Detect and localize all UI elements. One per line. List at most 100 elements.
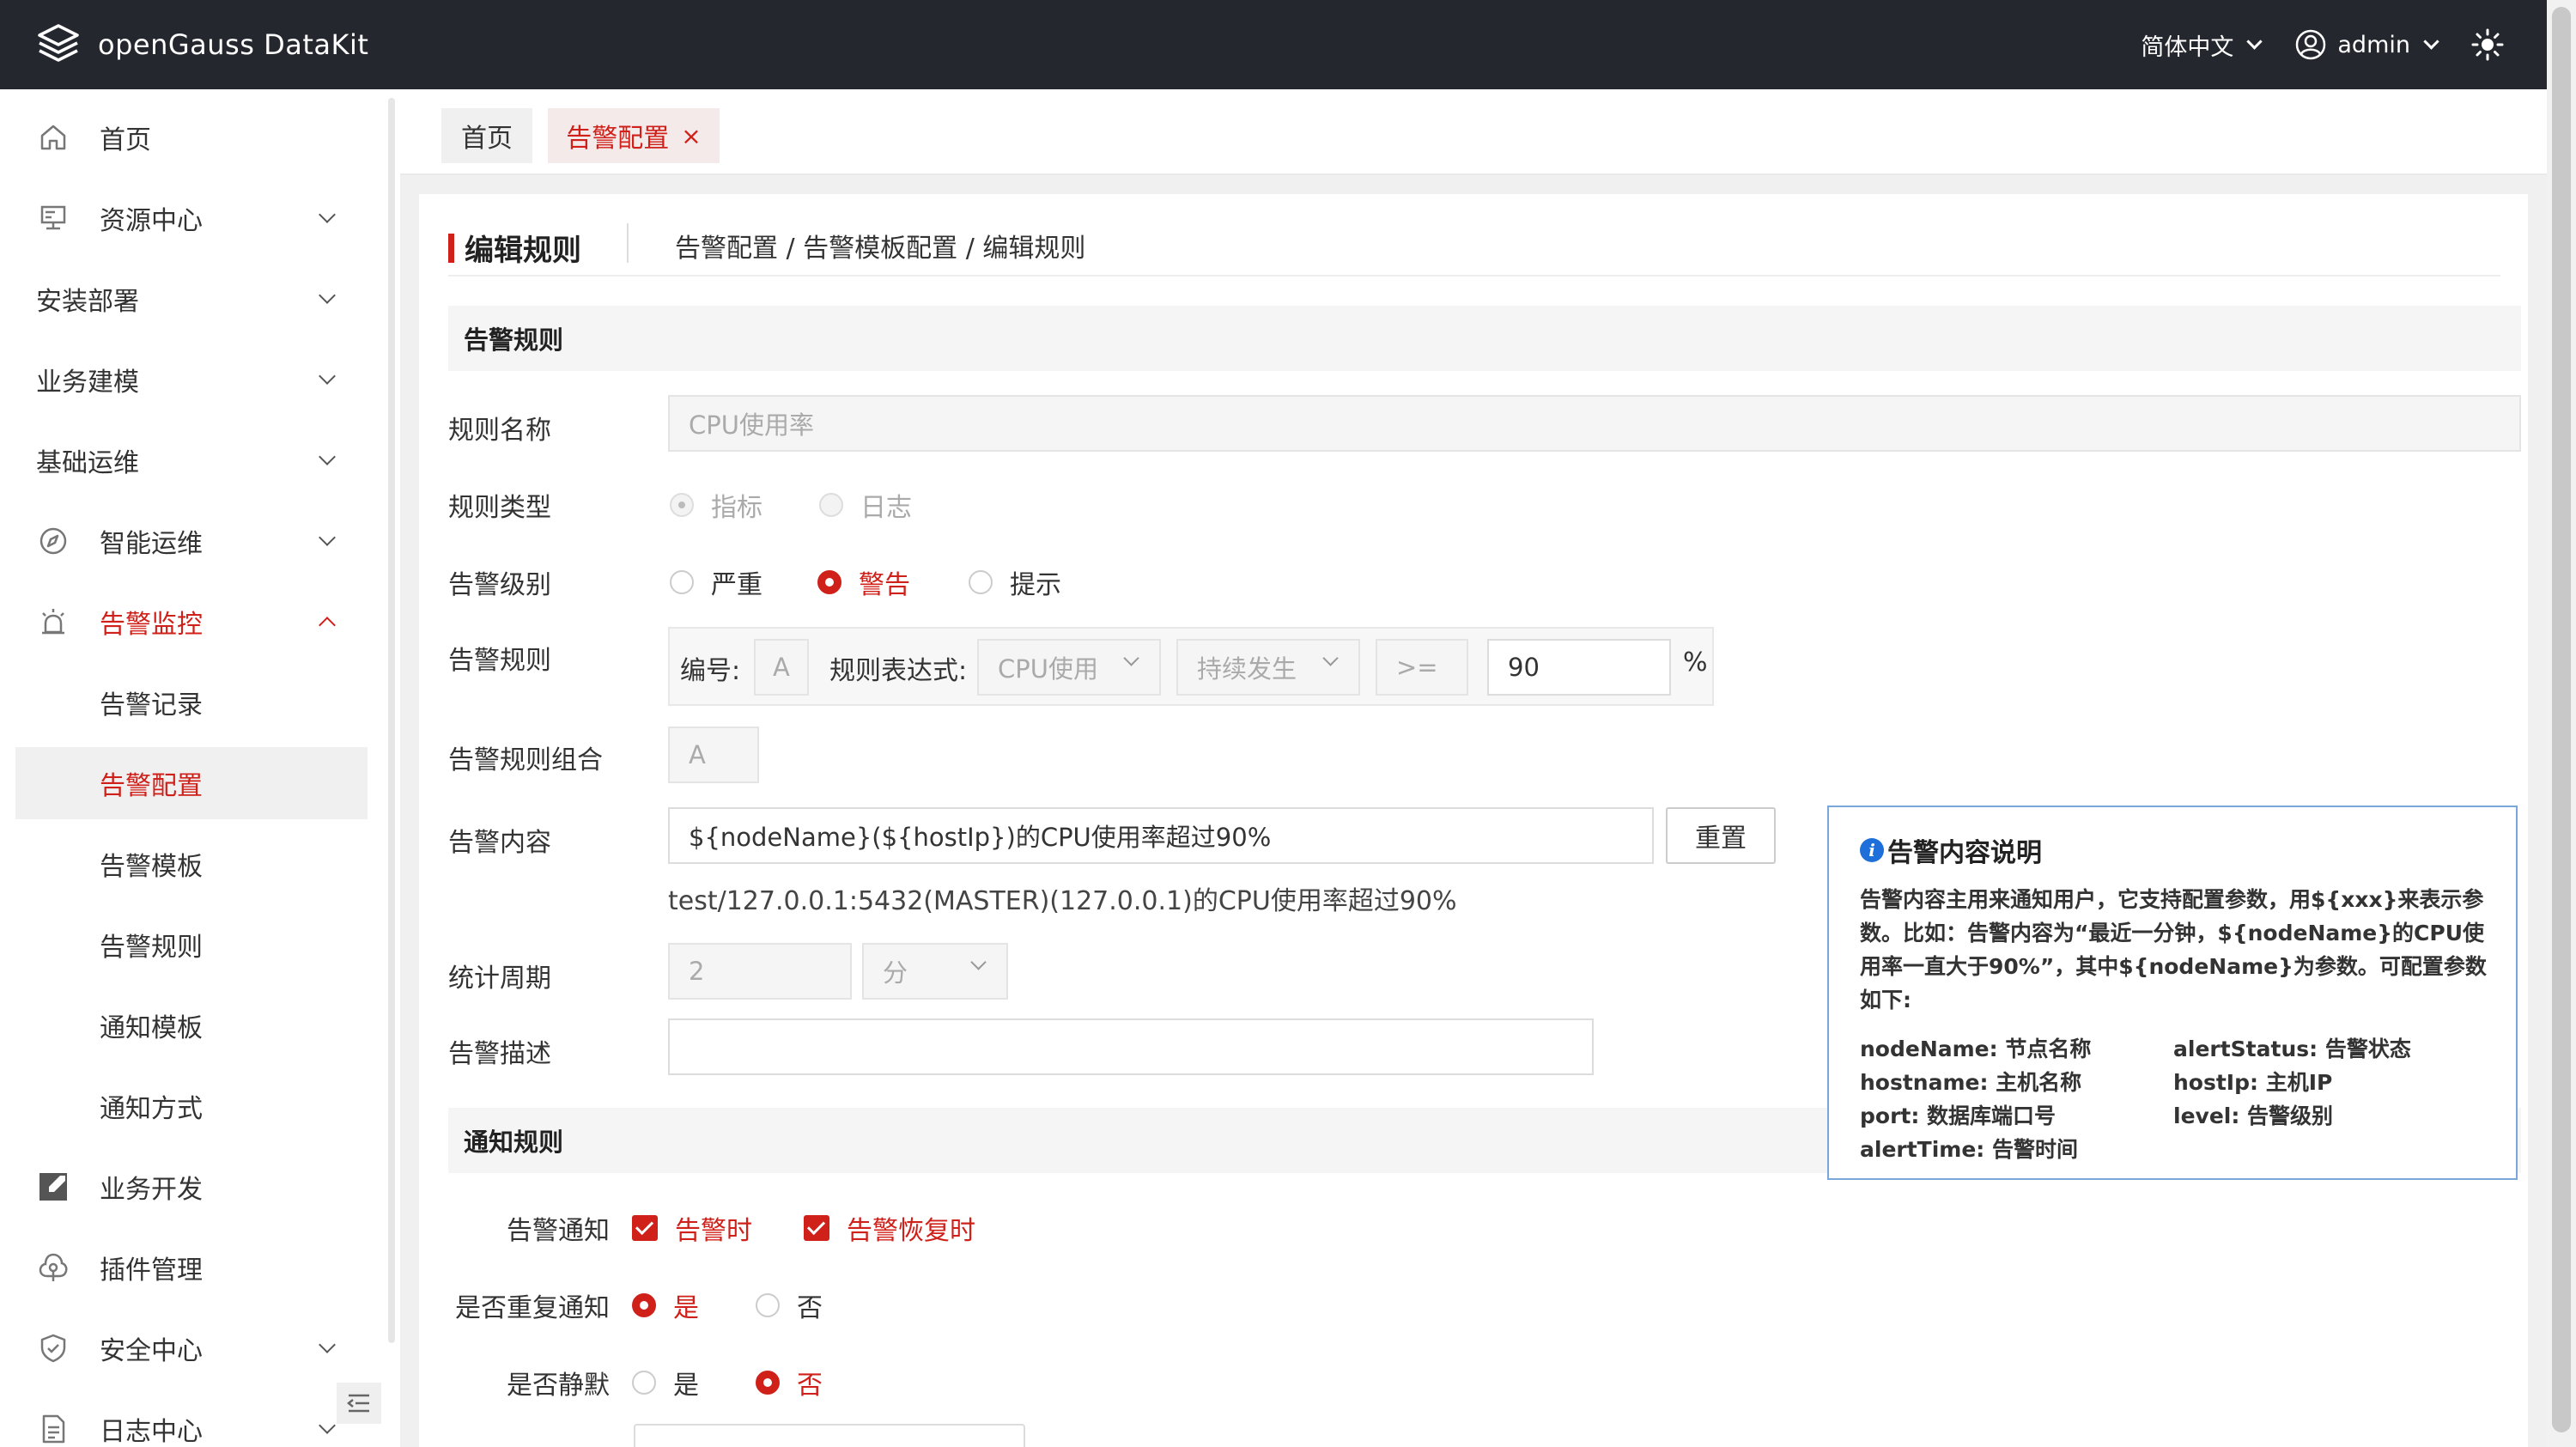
document-icon bbox=[36, 1412, 70, 1446]
alert-content-input[interactable]: ${nodeName}(${hostIp})的CPU使用率超过90% bbox=[668, 807, 1654, 864]
sidebar-item-label: 告警配置 bbox=[100, 771, 203, 801]
radio-dot bbox=[819, 493, 843, 517]
silent-yes-radio[interactable]: 是 bbox=[632, 1364, 699, 1401]
sidebar-item-home[interactable]: 首页 bbox=[15, 101, 368, 173]
close-icon[interactable]: × bbox=[681, 122, 701, 150]
page-scrollbar[interactable] bbox=[2547, 0, 2576, 1447]
help-param: level: 告警级别 bbox=[2173, 1103, 2334, 1128]
sidebar-item-alert-templates[interactable]: 告警模板 bbox=[15, 828, 368, 900]
sidebar-item-label: 通知方式 bbox=[100, 1094, 203, 1124]
rule-type-log-radio[interactable]: 日志 bbox=[819, 486, 912, 524]
radio-label: 日志 bbox=[860, 493, 912, 523]
sidebar-item-alert-config[interactable]: 告警配置 bbox=[15, 747, 368, 819]
alert-desc-input[interactable] bbox=[668, 1018, 1594, 1075]
tab-home[interactable]: 首页 bbox=[441, 108, 532, 163]
sidebar-item-label: 日志中心 bbox=[100, 1417, 203, 1447]
rule-metric-select[interactable]: CPU使用 bbox=[977, 639, 1161, 696]
chevron-down-icon bbox=[319, 368, 336, 385]
chevron-down-icon bbox=[2246, 33, 2263, 50]
sidebar-item-dev[interactable]: 业务开发 bbox=[15, 1151, 368, 1223]
home-icon bbox=[36, 120, 70, 155]
rule-no-input[interactable]: A bbox=[754, 639, 809, 696]
rule-no-label: 编号: bbox=[680, 656, 741, 686]
notify-label: 告警通知 bbox=[507, 1216, 610, 1246]
breadcrumb[interactable]: 告警配置 / 告警模板配置 / 编辑规则 bbox=[675, 227, 1085, 264]
rule-type-metric-radio[interactable]: 指标 bbox=[670, 486, 762, 524]
sidebar-item-modeling[interactable]: 业务建模 bbox=[15, 344, 368, 416]
repeat-no-radio[interactable]: 否 bbox=[756, 1286, 823, 1324]
radio-dot bbox=[756, 1371, 780, 1395]
sidebar-item-ops[interactable]: 基础运维 bbox=[15, 424, 368, 496]
user-circle-icon bbox=[2294, 28, 2327, 61]
help-param: nodeName: 节点名称 bbox=[1860, 1037, 2092, 1061]
sidebar-item-notify-templates[interactable]: 通知模板 bbox=[15, 989, 368, 1061]
rule-duration-select[interactable]: 持续发生 bbox=[1176, 639, 1360, 696]
layers-logo-icon[interactable] bbox=[34, 21, 82, 69]
sidebar-item-label: 告警监控 bbox=[100, 610, 203, 640]
help-title: i 告警内容说明 bbox=[1860, 831, 2042, 869]
period-unit-select[interactable]: 分 bbox=[862, 943, 1008, 1000]
notify-on-recover-checkbox[interactable]: 告警恢复时 bbox=[804, 1209, 975, 1247]
divider bbox=[448, 275, 2500, 277]
select-value: 持续发生 bbox=[1197, 654, 1297, 684]
sun-icon[interactable] bbox=[2471, 28, 2504, 61]
rule-threshold-input[interactable]: 90 bbox=[1487, 639, 1671, 696]
sidebar-item-alert-rules[interactable]: 告警规则 bbox=[15, 909, 368, 981]
collapse-sidebar-icon[interactable] bbox=[337, 1383, 381, 1424]
next-field-edge bbox=[634, 1424, 1025, 1447]
level-critical-radio[interactable]: 严重 bbox=[670, 563, 762, 601]
radio-dot bbox=[756, 1293, 780, 1317]
sidebar-item-ai-ops[interactable]: 智能运维 bbox=[15, 505, 368, 577]
sidebar-scrollbar[interactable] bbox=[388, 98, 395, 1343]
alert-desc-label: 告警描述 bbox=[448, 1039, 551, 1069]
radio-label: 否 bbox=[797, 1293, 823, 1323]
sidebar-item-alert-records[interactable]: 告警记录 bbox=[15, 666, 368, 739]
sidebar-item-install[interactable]: 安装部署 bbox=[15, 263, 368, 335]
rule-expr-label: 规则表达式: bbox=[829, 656, 968, 686]
shield-icon bbox=[36, 1331, 70, 1365]
sidebar-item-logs[interactable]: 日志中心 bbox=[15, 1393, 368, 1447]
chevron-down-icon bbox=[319, 529, 336, 546]
help-description: 告警内容主用来通知用户，它支持配置参数，用${xxx}来表示参数。比如：告警内容… bbox=[1860, 887, 2487, 1012]
sidebar-item-plugins[interactable]: 插件管理 bbox=[15, 1231, 368, 1304]
rule-expression-box: 编号: A 规则表达式: CPU使用 持续发生 >= 90 % bbox=[668, 627, 1714, 706]
repeat-yes-radio[interactable]: 是 bbox=[632, 1286, 699, 1324]
sidebar-item-security[interactable]: 安全中心 bbox=[15, 1312, 368, 1384]
user-menu[interactable]: admin bbox=[2294, 28, 2439, 61]
top-bar: openGauss DataKit 简体中文 admin bbox=[0, 0, 2547, 89]
notify-on-alert-checkbox[interactable]: 告警时 bbox=[632, 1209, 752, 1247]
language-selector[interactable]: 简体中文 bbox=[2141, 28, 2263, 62]
chevron-down-icon bbox=[319, 1336, 336, 1353]
radio-label: 警告 bbox=[859, 570, 910, 600]
level-info-radio[interactable]: 提示 bbox=[969, 563, 1061, 601]
rule-combo-input[interactable]: A bbox=[668, 727, 759, 783]
chevron-down-icon bbox=[970, 954, 987, 970]
radio-label: 是 bbox=[673, 1293, 699, 1323]
period-input[interactable]: 2 bbox=[668, 943, 852, 1000]
language-label: 简体中文 bbox=[2141, 33, 2234, 61]
silent-no-radio[interactable]: 否 bbox=[756, 1364, 823, 1401]
title-accent bbox=[448, 233, 454, 263]
rule-type-label: 规则类型 bbox=[448, 493, 551, 523]
select-value: 分 bbox=[883, 958, 908, 988]
radio-label: 指标 bbox=[711, 493, 762, 523]
radio-dot bbox=[670, 570, 694, 594]
radio-label: 是 bbox=[673, 1371, 699, 1401]
plugin-icon bbox=[36, 1250, 70, 1285]
sidebar-item-notify-methods[interactable]: 通知方式 bbox=[15, 1070, 368, 1142]
help-param: port: 数据库端口号 bbox=[1860, 1103, 2057, 1128]
checkbox-box bbox=[632, 1215, 658, 1241]
page-title-text: 编辑规则 bbox=[465, 234, 581, 268]
sidebar-item-label: 资源中心 bbox=[100, 206, 203, 236]
rule-operator-input[interactable]: >= bbox=[1376, 639, 1468, 696]
rule-name-input[interactable]: CPU使用率 bbox=[668, 395, 2521, 452]
repeat-notify-label: 是否重复通知 bbox=[455, 1293, 610, 1323]
sidebar-item-alert-monitor[interactable]: 告警监控 bbox=[15, 586, 368, 658]
help-param: alertTime: 告警时间 bbox=[1860, 1137, 2079, 1162]
level-warning-radio[interactable]: 警告 bbox=[817, 563, 910, 601]
sidebar-item-resources[interactable]: 资源中心 bbox=[15, 182, 368, 254]
reset-button[interactable]: 重置 bbox=[1666, 807, 1776, 864]
scrollbar-thumb[interactable] bbox=[2552, 7, 2571, 1432]
alarm-icon bbox=[36, 605, 70, 639]
tab-alert-config[interactable]: 告警配置 × bbox=[548, 108, 720, 163]
